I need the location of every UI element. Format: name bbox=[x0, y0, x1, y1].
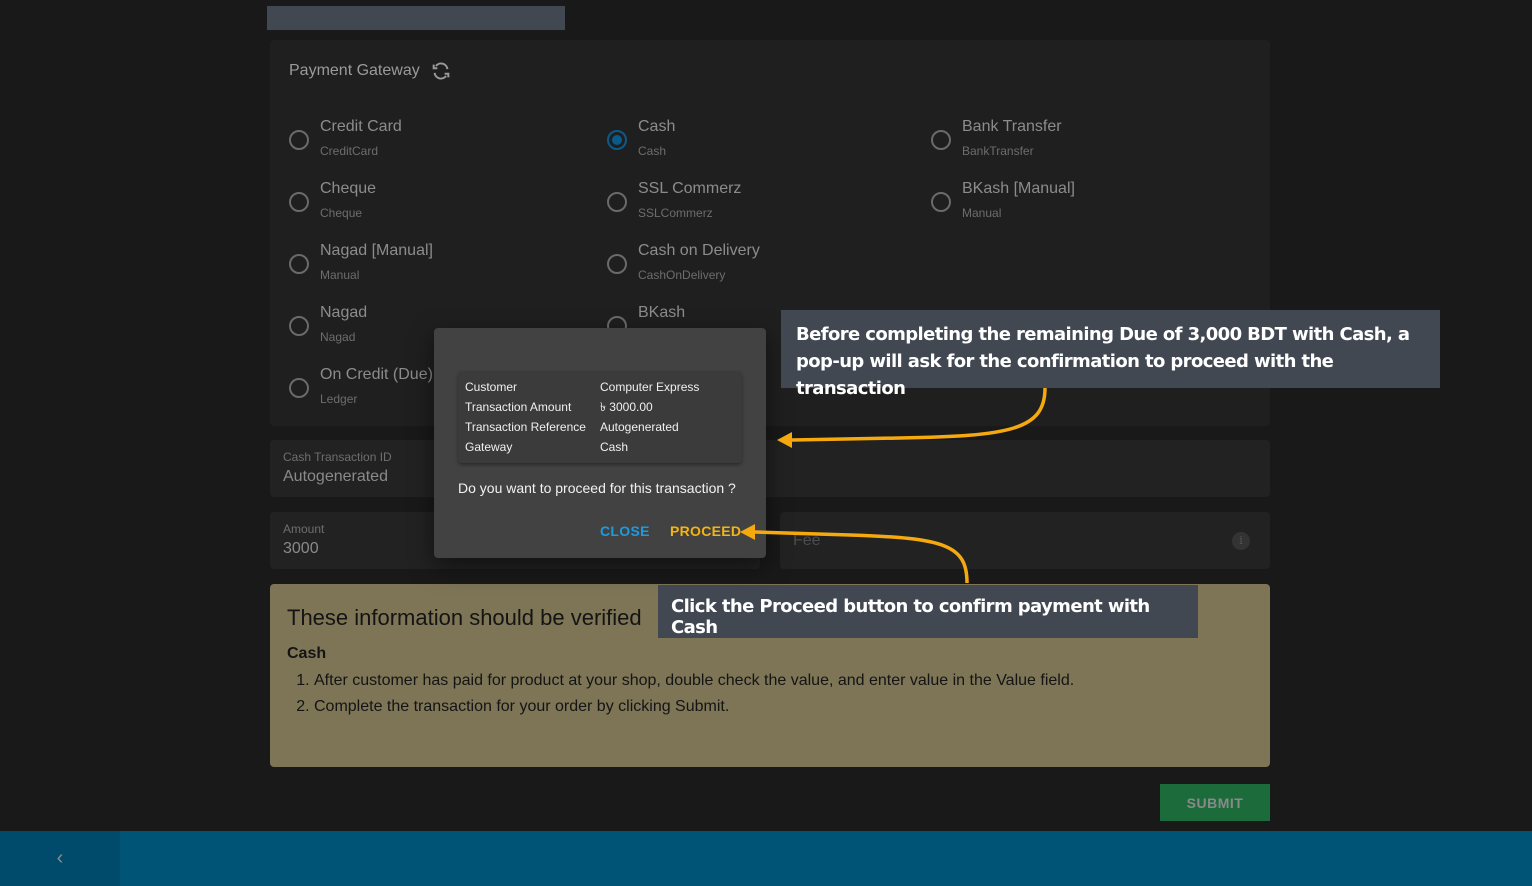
payment-gateway-label: Payment Gateway bbox=[289, 62, 420, 79]
verification-title: These information should be verified bbox=[287, 605, 642, 630]
summary-key: Customer bbox=[465, 380, 518, 394]
verification-steps: After customer has paid for product at y… bbox=[314, 668, 1074, 720]
top-bar bbox=[267, 6, 565, 30]
option-sub: Cash bbox=[638, 144, 667, 158]
option-label: SSL Commerz bbox=[638, 180, 742, 197]
back-button[interactable]: ‹ bbox=[0, 831, 120, 886]
payment-gateway-title: Payment Gateway bbox=[289, 60, 452, 82]
gateway-option-cash-on-delivery[interactable]: Cash on Delivery CashOnDelivery bbox=[607, 238, 760, 282]
chevron-left-icon: ‹ bbox=[56, 847, 64, 869]
summary-value: Computer Express bbox=[600, 380, 700, 394]
confirmation-dialog: Customer Computer Express Transaction Amo… bbox=[434, 328, 766, 558]
transaction-id-label: Cash Transaction ID bbox=[283, 450, 392, 464]
radio-button[interactable] bbox=[289, 130, 309, 150]
summary-key: Gateway bbox=[465, 440, 513, 454]
option-sub: CreditCard bbox=[320, 144, 379, 158]
annotation-callout-dialog: Before completing the remaining Due of 3… bbox=[781, 310, 1440, 399]
radio-button[interactable] bbox=[931, 192, 951, 212]
gateway-option-nagad[interactable]: Nagad Nagad bbox=[289, 300, 367, 344]
verification-subtitle: Cash bbox=[287, 645, 327, 662]
option-label: BKash bbox=[638, 304, 686, 321]
radio-button[interactable] bbox=[289, 192, 309, 212]
refresh-icon[interactable] bbox=[430, 60, 452, 82]
transaction-summary: Customer Computer Express Transaction Amo… bbox=[458, 371, 742, 463]
summary-value: ৳ 3000.00 bbox=[600, 400, 653, 414]
option-sub: Manual bbox=[320, 268, 360, 282]
radio-button[interactable] bbox=[607, 192, 627, 212]
option-sub: SSLCommerz bbox=[638, 206, 713, 220]
summary-row: Transaction Reference Autogenerated bbox=[465, 417, 735, 437]
transaction-id-field[interactable]: Cash Transaction ID Autogenerated bbox=[270, 440, 1270, 497]
verification-step: After customer has paid for product at y… bbox=[314, 668, 1074, 694]
amount-value: 3000 bbox=[283, 540, 319, 557]
radio-button[interactable] bbox=[289, 316, 309, 336]
option-label: Nagad [Manual] bbox=[320, 242, 433, 259]
gateway-option-bank-transfer[interactable]: Bank Transfer BankTransfer bbox=[931, 114, 1062, 158]
option-sub: Cheque bbox=[320, 206, 363, 220]
option-sub: BankTransfer bbox=[962, 144, 1034, 158]
option-sub: Ledger bbox=[320, 392, 358, 406]
radio-button[interactable] bbox=[931, 130, 951, 150]
radio-button[interactable] bbox=[289, 378, 309, 398]
option-label: BKash [Manual] bbox=[962, 180, 1075, 197]
amount-label: Amount bbox=[283, 522, 325, 536]
radio-button-selected[interactable] bbox=[607, 130, 627, 150]
annotation-callout-proceed: Click the Proceed button to confirm paym… bbox=[658, 585, 1198, 638]
footer-bar: ‹ bbox=[0, 831, 1532, 886]
option-label: Cash bbox=[638, 118, 676, 135]
fee-field[interactable]: Fee i bbox=[780, 512, 1270, 569]
summary-row: Gateway Cash bbox=[465, 437, 735, 457]
fee-placeholder: Fee bbox=[793, 532, 821, 549]
option-label: Cheque bbox=[320, 180, 377, 197]
transaction-id-value: Autogenerated bbox=[283, 468, 388, 485]
gateway-option-on-credit[interactable]: On Credit (Due) Ledger bbox=[289, 362, 433, 406]
gateway-option-bkash-manual[interactable]: BKash [Manual] Manual bbox=[931, 176, 1075, 220]
summary-key: Transaction Reference bbox=[465, 420, 586, 434]
option-label: Bank Transfer bbox=[962, 118, 1062, 135]
summary-key: Transaction Amount bbox=[465, 400, 572, 414]
option-sub: Manual bbox=[962, 206, 1002, 220]
gateway-option-nagad-manual[interactable]: Nagad [Manual] Manual bbox=[289, 238, 433, 282]
option-sub: Nagad bbox=[320, 330, 356, 344]
summary-value: Cash bbox=[600, 440, 629, 454]
summary-row: Transaction Amount ৳ 3000.00 bbox=[465, 397, 735, 417]
option-label: Credit Card bbox=[320, 118, 402, 135]
gateway-option-cash[interactable]: Cash Cash bbox=[607, 114, 675, 158]
proceed-button[interactable]: PROCEED bbox=[670, 523, 741, 539]
gateway-option-cheque[interactable]: Cheque Cheque bbox=[289, 176, 376, 220]
gateway-option-ssl-commerz[interactable]: SSL Commerz SSLCommerz bbox=[607, 176, 741, 220]
dialog-question: Do you want to proceed for this transact… bbox=[458, 480, 736, 496]
option-sub: CashOnDelivery bbox=[638, 268, 726, 282]
gateway-option-credit-card[interactable]: Credit Card CreditCard bbox=[289, 114, 402, 158]
option-label: On Credit (Due) bbox=[320, 366, 433, 383]
radio-button[interactable] bbox=[289, 254, 309, 274]
option-label: Nagad bbox=[320, 304, 368, 321]
close-button[interactable]: CLOSE bbox=[600, 523, 650, 539]
info-icon[interactable]: i bbox=[1232, 532, 1250, 550]
summary-value: Autogenerated bbox=[600, 420, 679, 434]
radio-button[interactable] bbox=[607, 254, 627, 274]
verification-step: Complete the transaction for your order … bbox=[314, 694, 1074, 720]
submit-button[interactable]: SUBMIT bbox=[1160, 784, 1270, 821]
summary-row: Customer Computer Express bbox=[465, 377, 735, 397]
option-label: Cash on Delivery bbox=[638, 242, 760, 259]
